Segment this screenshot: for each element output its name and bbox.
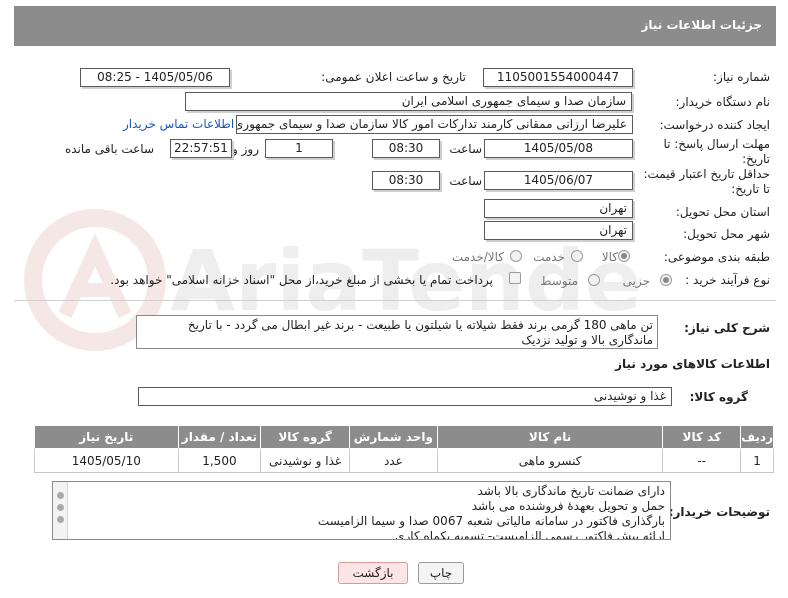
reply-time-label: ساعت — [449, 142, 482, 156]
category-radio-goods[interactable] — [618, 250, 630, 262]
note-line: ارائه پیش فاکتور رسمی الزامیست- تسویه یک… — [395, 529, 665, 540]
price-validity-label-2: تا تاریخ: — [731, 182, 770, 196]
notes-scrollbar[interactable] — [53, 482, 68, 539]
buyer-notes-box: دارای ضمانت تاریخ ماندگاری بالا باشد حمل… — [52, 481, 671, 540]
buyer-org-label: نام دستگاه خریدار: — [675, 95, 771, 109]
note-line: دارای ضمانت تاریخ ماندگاری بالا باشد — [477, 484, 665, 498]
print-button[interactable]: چاپ — [418, 562, 464, 584]
note-line: حمل و تحویل بعهدهٔ فروشنده می باشد — [471, 499, 665, 513]
cell-unit: عدد — [348, 448, 438, 473]
divider — [14, 300, 776, 301]
price-validity-time: 08:30 — [372, 171, 440, 190]
col-header-date: تاریخ نیاز — [34, 425, 179, 449]
cell-group: غذا و نوشیدنی — [260, 448, 350, 473]
treasury-payment-checkbox[interactable] — [509, 272, 521, 284]
scroll-dot — [57, 516, 64, 523]
cell-date: 1405/05/10 — [34, 448, 179, 473]
price-validity-label-1: حداقل تاریخ اعتبار قیمت: — [643, 167, 770, 181]
announce-date-label: تاریخ و ساعت اعلان عمومی: — [321, 70, 466, 84]
goods-table: ردیف کد کالا نام کالا واحد شمارش گروه کا… — [34, 425, 774, 473]
treasury-payment-note: پرداخت تمام یا بخشی از مبلغ خرید،از محل … — [110, 273, 493, 287]
category-option-goods: کالا — [601, 250, 618, 264]
description-label: شرح کلی نیاز: — [684, 321, 770, 335]
col-header-unit: واحد شمارش — [348, 425, 438, 449]
col-header-row: ردیف — [740, 425, 774, 449]
process-radio-minor[interactable] — [660, 274, 672, 286]
col-header-name: نام کالا — [436, 425, 664, 449]
delivery-city-label: شهر محل تحویل: — [683, 227, 770, 241]
goods-group-label: گروه کالا: — [689, 390, 748, 404]
need-number-label: شماره نیاز: — [713, 70, 770, 84]
process-radio-medium[interactable] — [588, 274, 600, 286]
requester-field: علیرضا ارزانی ممقانی کارمند تدارکات امور… — [236, 115, 633, 134]
description-text: تن ماهی 180 گرمی برند فقط شیلاته یا شیلت… — [136, 315, 658, 349]
goods-group-field: غذا و نوشیدنی — [138, 387, 672, 406]
col-header-group: گروه کالا — [260, 425, 350, 449]
category-radio-service[interactable] — [571, 250, 583, 262]
cell-qty: 1,500 — [177, 448, 262, 473]
category-option-goods-service: کالا/خدمت — [451, 250, 504, 264]
buyer-notes-text: دارای ضمانت تاریخ ماندگاری بالا باشد حمل… — [71, 484, 665, 540]
reply-deadline-label-1: مهلت ارسال پاسخ: تا — [663, 137, 770, 151]
col-header-code: کد کالا — [662, 425, 742, 449]
need-number-field: 1105001554000447 — [483, 68, 633, 87]
price-validity-date: 1405/06/07 — [484, 171, 633, 190]
scroll-dot — [57, 492, 64, 499]
remaining-time: 22:57:51 — [170, 139, 232, 158]
delivery-province-field: تهران — [484, 199, 633, 218]
reply-deadline-time: 08:30 — [372, 139, 440, 158]
cell-name: کنسرو ماهی — [436, 448, 664, 473]
buyer-notes-label: توضیحات خریدار: — [668, 505, 770, 519]
buyer-contact-link[interactable]: اطلاعات تماس خریدار — [123, 117, 234, 131]
col-header-qty: تعداد / مقدار — [177, 425, 262, 449]
reply-days-label: روز و — [232, 142, 259, 156]
page-header: جزئیات اطلاعات نیاز — [14, 6, 776, 46]
process-type-label: نوع فرآیند خرید : — [685, 273, 770, 287]
table-header-row: ردیف کد کالا نام کالا واحد شمارش گروه کا… — [34, 425, 774, 449]
reply-deadline-label-2: تاریخ: — [742, 152, 770, 166]
remaining-time-label: ساعت باقی مانده — [64, 142, 154, 156]
note-line: بارگذاری فاکتور در سامانه مالیاتی شعبه 0… — [317, 514, 665, 528]
page-title: جزئیات اطلاعات نیاز — [641, 18, 762, 32]
back-button[interactable]: بازگشت — [338, 562, 408, 584]
process-option-medium: متوسط — [540, 274, 578, 288]
delivery-province-label: استان محل تحویل: — [675, 205, 770, 219]
category-option-service: خدمت — [533, 250, 565, 264]
category-radio-goods-service[interactable] — [510, 250, 522, 262]
goods-section-title: اطلاعات کالاهای مورد نیاز — [615, 357, 770, 371]
table-row: 1 -- کنسرو ماهی عدد غذا و نوشیدنی 1,500 … — [34, 448, 774, 473]
category-label: طبقه بندی موضوعی: — [663, 250, 770, 264]
scroll-dot — [57, 504, 64, 511]
reply-days: 1 — [265, 139, 333, 158]
reply-deadline-date: 1405/05/08 — [484, 139, 633, 158]
process-option-minor: جزیی — [622, 274, 650, 288]
buyer-org-field: سازمان صدا و سیمای جمهوری اسلامی ایران — [185, 92, 632, 111]
price-validity-time-label: ساعت — [449, 174, 482, 188]
delivery-city-field: تهران — [484, 221, 633, 240]
cell-code: -- — [662, 448, 742, 473]
requester-label: ایجاد کننده درخواست: — [659, 118, 770, 132]
announce-date-field: 1405/05/06 - 08:25 — [80, 68, 230, 87]
cell-row: 1 — [740, 448, 774, 473]
